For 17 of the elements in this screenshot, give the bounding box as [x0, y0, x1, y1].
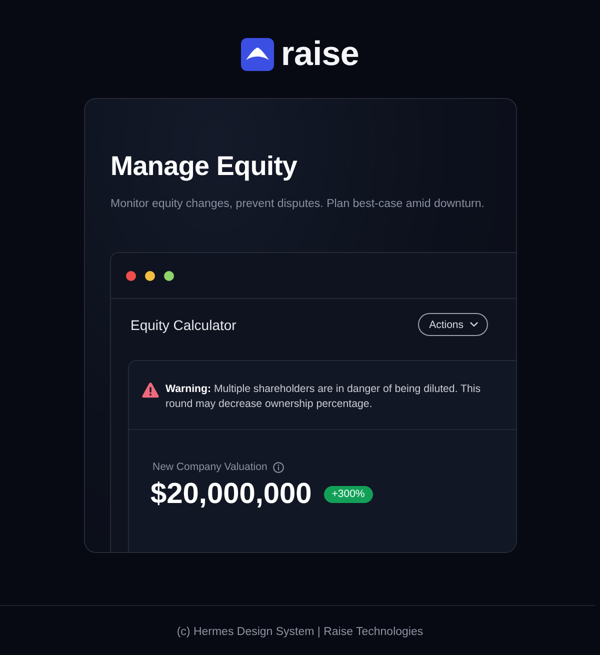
window-dot-icon[interactable]: [144, 270, 154, 280]
footer-text: (c) Hermes Design System | Raise Technologies: [176, 625, 424, 639]
info-icon[interactable]: [273, 462, 284, 472]
valuation-label: New Company Valuation: [152, 460, 268, 474]
window-dot-icon[interactable]: [126, 270, 136, 280]
card-subtitle: Monitor equity changes, prevent disputes. Plan best-case amid downturn.: [110, 197, 486, 212]
card-title: Manage Equity: [110, 150, 298, 183]
warning-message: Warning: Multiple shareholders are in danger of being diluted. This round may decrease ownership percentage.: [166, 382, 482, 412]
change-badge: +300%: [324, 486, 373, 503]
warning-icon: [142, 382, 158, 398]
brand-name: raise: [281, 37, 359, 72]
peak-logo-icon: [241, 38, 274, 71]
actions-button[interactable]: Actions: [418, 313, 488, 336]
chevron-down-icon: [470, 322, 478, 327]
valuation-amount: $20,000,000: [150, 478, 312, 510]
window-dot-icon[interactable]: [164, 270, 174, 280]
window-title: Equity Calculator: [130, 316, 236, 334]
